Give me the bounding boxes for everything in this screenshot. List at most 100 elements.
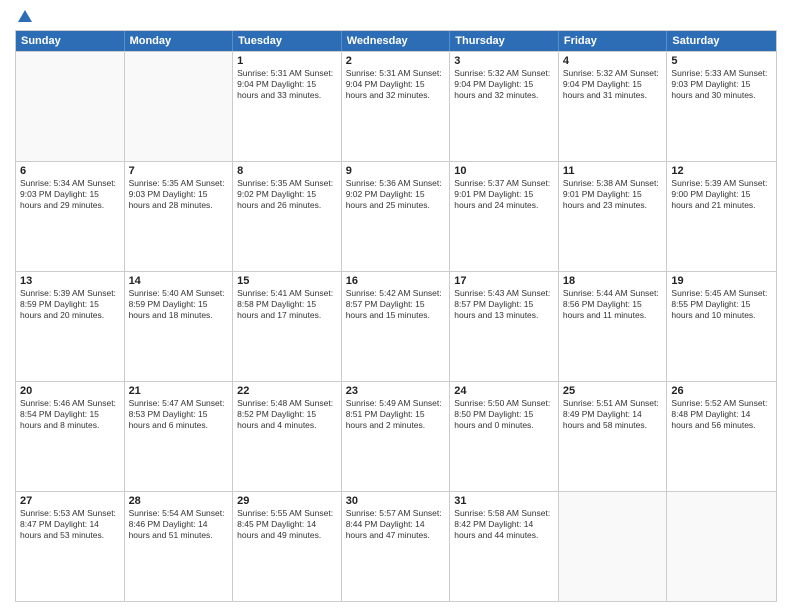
cal-cell-r4c3: 30Sunrise: 5:57 AM Sunset: 8:44 PM Dayli… [342,492,451,601]
day-info: Sunrise: 5:45 AM Sunset: 8:55 PM Dayligh… [671,288,772,321]
day-number: 23 [346,385,446,397]
cal-cell-r4c1: 28Sunrise: 5:54 AM Sunset: 8:46 PM Dayli… [125,492,234,601]
day-number: 21 [129,385,229,397]
day-info: Sunrise: 5:48 AM Sunset: 8:52 PM Dayligh… [237,398,337,431]
day-info: Sunrise: 5:57 AM Sunset: 8:44 PM Dayligh… [346,508,446,541]
cal-cell-r4c2: 29Sunrise: 5:55 AM Sunset: 8:45 PM Dayli… [233,492,342,601]
day-info: Sunrise: 5:41 AM Sunset: 8:58 PM Dayligh… [237,288,337,321]
day-number: 25 [563,385,663,397]
day-info: Sunrise: 5:35 AM Sunset: 9:03 PM Dayligh… [129,178,229,211]
cal-header-thursday: Thursday [450,31,559,51]
logo [15,10,34,22]
day-info: Sunrise: 5:58 AM Sunset: 8:42 PM Dayligh… [454,508,554,541]
day-number: 15 [237,275,337,287]
cal-cell-r2c0: 13Sunrise: 5:39 AM Sunset: 8:59 PM Dayli… [16,272,125,381]
day-number: 19 [671,275,772,287]
day-info: Sunrise: 5:31 AM Sunset: 9:04 PM Dayligh… [237,68,337,101]
day-number: 14 [129,275,229,287]
cal-row-3: 20Sunrise: 5:46 AM Sunset: 8:54 PM Dayli… [16,381,776,491]
day-number: 13 [20,275,120,287]
logo-icon [16,8,34,26]
day-number: 6 [20,165,120,177]
cal-cell-r1c5: 11Sunrise: 5:38 AM Sunset: 9:01 PM Dayli… [559,162,668,271]
cal-cell-r0c4: 3Sunrise: 5:32 AM Sunset: 9:04 PM Daylig… [450,52,559,161]
day-info: Sunrise: 5:32 AM Sunset: 9:04 PM Dayligh… [454,68,554,101]
cal-cell-r4c4: 31Sunrise: 5:58 AM Sunset: 8:42 PM Dayli… [450,492,559,601]
cal-cell-r2c3: 16Sunrise: 5:42 AM Sunset: 8:57 PM Dayli… [342,272,451,381]
calendar-header-row: SundayMondayTuesdayWednesdayThursdayFrid… [16,31,776,51]
cal-cell-r3c1: 21Sunrise: 5:47 AM Sunset: 8:53 PM Dayli… [125,382,234,491]
day-number: 30 [346,495,446,507]
day-number: 28 [129,495,229,507]
day-number: 24 [454,385,554,397]
cal-cell-r4c0: 27Sunrise: 5:53 AM Sunset: 8:47 PM Dayli… [16,492,125,601]
day-info: Sunrise: 5:35 AM Sunset: 9:02 PM Dayligh… [237,178,337,211]
day-info: Sunrise: 5:46 AM Sunset: 8:54 PM Dayligh… [20,398,120,431]
day-number: 17 [454,275,554,287]
cal-header-saturday: Saturday [667,31,776,51]
cal-header-tuesday: Tuesday [233,31,342,51]
cal-cell-r3c5: 25Sunrise: 5:51 AM Sunset: 8:49 PM Dayli… [559,382,668,491]
cal-cell-r1c3: 9Sunrise: 5:36 AM Sunset: 9:02 PM Daylig… [342,162,451,271]
cal-cell-r3c0: 20Sunrise: 5:46 AM Sunset: 8:54 PM Dayli… [16,382,125,491]
cal-cell-r4c6 [667,492,776,601]
cal-header-monday: Monday [125,31,234,51]
day-info: Sunrise: 5:39 AM Sunset: 9:00 PM Dayligh… [671,178,772,211]
day-info: Sunrise: 5:32 AM Sunset: 9:04 PM Dayligh… [563,68,663,101]
calendar-body: 1Sunrise: 5:31 AM Sunset: 9:04 PM Daylig… [16,51,776,601]
day-info: Sunrise: 5:36 AM Sunset: 9:02 PM Dayligh… [346,178,446,211]
day-number: 5 [671,55,772,67]
day-number: 27 [20,495,120,507]
day-number: 11 [563,165,663,177]
cal-cell-r0c3: 2Sunrise: 5:31 AM Sunset: 9:04 PM Daylig… [342,52,451,161]
day-info: Sunrise: 5:51 AM Sunset: 8:49 PM Dayligh… [563,398,663,431]
day-info: Sunrise: 5:43 AM Sunset: 8:57 PM Dayligh… [454,288,554,321]
calendar: SundayMondayTuesdayWednesdayThursdayFrid… [15,30,777,602]
day-number: 16 [346,275,446,287]
cal-cell-r1c4: 10Sunrise: 5:37 AM Sunset: 9:01 PM Dayli… [450,162,559,271]
day-number: 8 [237,165,337,177]
cal-row-1: 6Sunrise: 5:34 AM Sunset: 9:03 PM Daylig… [16,161,776,271]
page: SundayMondayTuesdayWednesdayThursdayFrid… [0,0,792,612]
cal-cell-r0c5: 4Sunrise: 5:32 AM Sunset: 9:04 PM Daylig… [559,52,668,161]
cal-cell-r2c2: 15Sunrise: 5:41 AM Sunset: 8:58 PM Dayli… [233,272,342,381]
day-number: 26 [671,385,772,397]
day-number: 29 [237,495,337,507]
day-info: Sunrise: 5:42 AM Sunset: 8:57 PM Dayligh… [346,288,446,321]
day-info: Sunrise: 5:39 AM Sunset: 8:59 PM Dayligh… [20,288,120,321]
cal-cell-r0c1 [125,52,234,161]
day-info: Sunrise: 5:34 AM Sunset: 9:03 PM Dayligh… [20,178,120,211]
day-info: Sunrise: 5:33 AM Sunset: 9:03 PM Dayligh… [671,68,772,101]
cal-header-friday: Friday [559,31,668,51]
day-info: Sunrise: 5:37 AM Sunset: 9:01 PM Dayligh… [454,178,554,211]
cal-cell-r3c3: 23Sunrise: 5:49 AM Sunset: 8:51 PM Dayli… [342,382,451,491]
cal-row-2: 13Sunrise: 5:39 AM Sunset: 8:59 PM Dayli… [16,271,776,381]
day-info: Sunrise: 5:40 AM Sunset: 8:59 PM Dayligh… [129,288,229,321]
cal-row-0: 1Sunrise: 5:31 AM Sunset: 9:04 PM Daylig… [16,51,776,161]
cal-cell-r2c6: 19Sunrise: 5:45 AM Sunset: 8:55 PM Dayli… [667,272,776,381]
cal-header-wednesday: Wednesday [342,31,451,51]
day-info: Sunrise: 5:47 AM Sunset: 8:53 PM Dayligh… [129,398,229,431]
cal-cell-r3c4: 24Sunrise: 5:50 AM Sunset: 8:50 PM Dayli… [450,382,559,491]
day-number: 1 [237,55,337,67]
cal-cell-r0c0 [16,52,125,161]
day-info: Sunrise: 5:52 AM Sunset: 8:48 PM Dayligh… [671,398,772,431]
day-info: Sunrise: 5:53 AM Sunset: 8:47 PM Dayligh… [20,508,120,541]
day-info: Sunrise: 5:54 AM Sunset: 8:46 PM Dayligh… [129,508,229,541]
day-number: 7 [129,165,229,177]
day-info: Sunrise: 5:50 AM Sunset: 8:50 PM Dayligh… [454,398,554,431]
cal-cell-r3c2: 22Sunrise: 5:48 AM Sunset: 8:52 PM Dayli… [233,382,342,491]
cal-cell-r1c6: 12Sunrise: 5:39 AM Sunset: 9:00 PM Dayli… [667,162,776,271]
cal-cell-r1c0: 6Sunrise: 5:34 AM Sunset: 9:03 PM Daylig… [16,162,125,271]
cal-cell-r4c5 [559,492,668,601]
day-number: 2 [346,55,446,67]
cal-cell-r3c6: 26Sunrise: 5:52 AM Sunset: 8:48 PM Dayli… [667,382,776,491]
day-number: 4 [563,55,663,67]
day-info: Sunrise: 5:31 AM Sunset: 9:04 PM Dayligh… [346,68,446,101]
day-info: Sunrise: 5:44 AM Sunset: 8:56 PM Dayligh… [563,288,663,321]
header [15,10,777,22]
day-number: 22 [237,385,337,397]
day-info: Sunrise: 5:49 AM Sunset: 8:51 PM Dayligh… [346,398,446,431]
day-number: 31 [454,495,554,507]
day-number: 3 [454,55,554,67]
